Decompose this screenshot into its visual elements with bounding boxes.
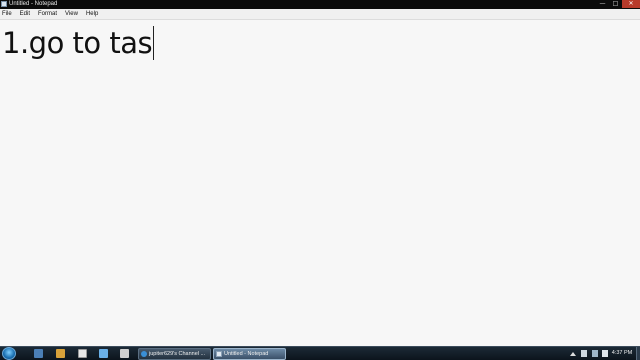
menu-view[interactable]: View xyxy=(61,9,82,20)
taskbar-button-label: Untitled - Notepad xyxy=(224,351,269,357)
media-player-icon[interactable] xyxy=(56,349,65,358)
volume-icon[interactable] xyxy=(602,350,608,357)
maximize-button[interactable]: □ xyxy=(609,0,622,8)
show-hidden-icons-icon[interactable] xyxy=(570,352,576,356)
tools-icon[interactable] xyxy=(120,349,129,358)
show-desktop-button[interactable] xyxy=(636,347,640,360)
text-editor[interactable]: 1.go to tas xyxy=(0,20,640,346)
start-button[interactable] xyxy=(2,347,16,360)
notepad-icon xyxy=(216,351,222,357)
explorer-icon[interactable] xyxy=(34,349,43,358)
menu-format[interactable]: Format xyxy=(34,9,61,20)
taskbar-button-browser[interactable]: jupiter629's Channel ... xyxy=(138,348,211,360)
internet-explorer-icon xyxy=(141,351,147,357)
menu-help[interactable]: Help xyxy=(82,9,102,20)
phone-icon[interactable] xyxy=(99,349,108,358)
taskbar-button-label: jupiter629's Channel ... xyxy=(149,351,206,357)
close-button[interactable]: ✕ xyxy=(622,0,640,8)
menu-file[interactable]: File xyxy=(0,9,16,20)
network-icon[interactable] xyxy=(592,350,598,357)
notepad-icon xyxy=(1,1,7,7)
menu-edit[interactable]: Edit xyxy=(16,9,34,20)
system-clock[interactable]: 4:37 PM xyxy=(610,347,634,360)
document-icon[interactable] xyxy=(78,349,87,358)
text-caret xyxy=(153,26,155,60)
menu-bar: File Edit Format View Help xyxy=(0,9,640,20)
editor-text-line[interactable]: 1.go to tas xyxy=(2,26,155,60)
flag-icon[interactable] xyxy=(581,350,587,357)
minimize-button[interactable]: — xyxy=(596,0,609,8)
taskbar-button-notepad[interactable]: Untitled - Notepad xyxy=(213,348,286,360)
editor-content: 1.go to tas xyxy=(2,26,153,60)
taskbar: jupiter629's Channel ... Untitled - Note… xyxy=(0,346,640,360)
